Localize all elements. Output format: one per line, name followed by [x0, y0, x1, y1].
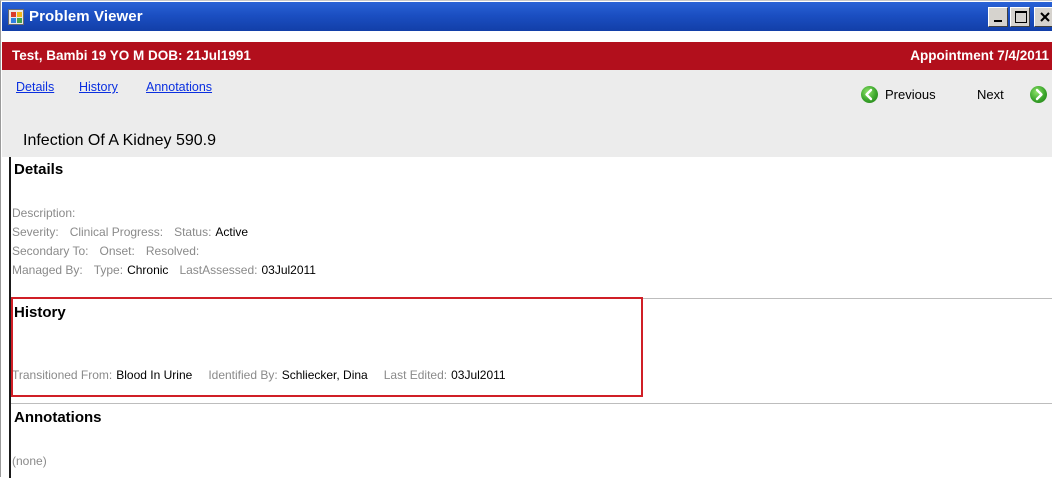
annotations-empty-text: (none) — [12, 454, 47, 468]
secondary-row: Secondary To: Onset: Resolved: — [12, 244, 199, 258]
minimize-button[interactable] — [988, 7, 1008, 27]
arrow-right-icon — [1030, 86, 1047, 103]
appointment-date: Appointment 7/4/2011 — [910, 48, 1049, 63]
status-label: Status: — [174, 225, 212, 239]
secondary-to-label: Secondary To: — [12, 244, 89, 258]
maximize-icon — [1015, 11, 1027, 23]
managed-by-label: Managed By: — [12, 263, 83, 277]
title-bar[interactable]: Problem Viewer — [2, 2, 1052, 31]
annotations-link[interactable]: Annotations — [146, 80, 212, 94]
history-link[interactable]: History — [79, 80, 118, 94]
maximize-button[interactable] — [1010, 7, 1030, 27]
type-value: Chronic — [127, 263, 169, 277]
last-assessed-value: 03Jul2011 — [261, 263, 316, 277]
history-divider — [11, 403, 1052, 404]
severity-label: Severity: — [12, 225, 59, 239]
next-label: Next — [977, 87, 1004, 102]
onset-label: Onset: — [99, 244, 135, 258]
status-value: Active — [215, 225, 249, 239]
previous-label: Previous — [885, 87, 936, 102]
description-label: Description: — [12, 206, 76, 220]
problem-content: Details Description: Severity: Clinical P… — [9, 157, 1052, 478]
history-highlight-box — [11, 297, 643, 397]
resolved-label: Resolved: — [145, 244, 200, 258]
type-label: Type: — [93, 263, 124, 277]
close-icon — [1040, 12, 1050, 22]
patient-info: Test, Bambi 19 YO M DOB: 21Jul1991 — [12, 48, 251, 63]
problem-viewer-window: Problem Viewer Test, Bambi 19 YO M DOB: … — [0, 0, 1052, 478]
last-assessed-label: LastAssessed: — [179, 263, 258, 277]
window-title: Problem Viewer — [29, 8, 143, 25]
severity-row: Severity: Clinical Progress: Status: Active — [12, 225, 248, 239]
description-row: Description: — [12, 206, 75, 220]
annotations-row: (none) — [12, 454, 47, 468]
close-button[interactable] — [1034, 7, 1052, 27]
managed-row: Managed By: Type: Chronic LastAssessed: 03Ju… — [12, 263, 316, 277]
arrow-left-icon — [861, 86, 878, 103]
navigation-area: Details History Annotations Previous Nex… — [2, 70, 1052, 157]
app-icon — [8, 9, 24, 25]
clinical-progress-label: Clinical Progress: — [69, 225, 164, 239]
minimize-icon — [994, 20, 1002, 22]
details-link[interactable]: Details — [16, 80, 54, 94]
problem-title: Infection Of A Kidney 590.9 — [23, 132, 217, 149]
details-heading: Details — [14, 161, 64, 178]
patient-banner: Test, Bambi 19 YO M DOB: 21Jul1991 Appoi… — [2, 42, 1052, 70]
annotations-heading: Annotations — [14, 409, 102, 426]
